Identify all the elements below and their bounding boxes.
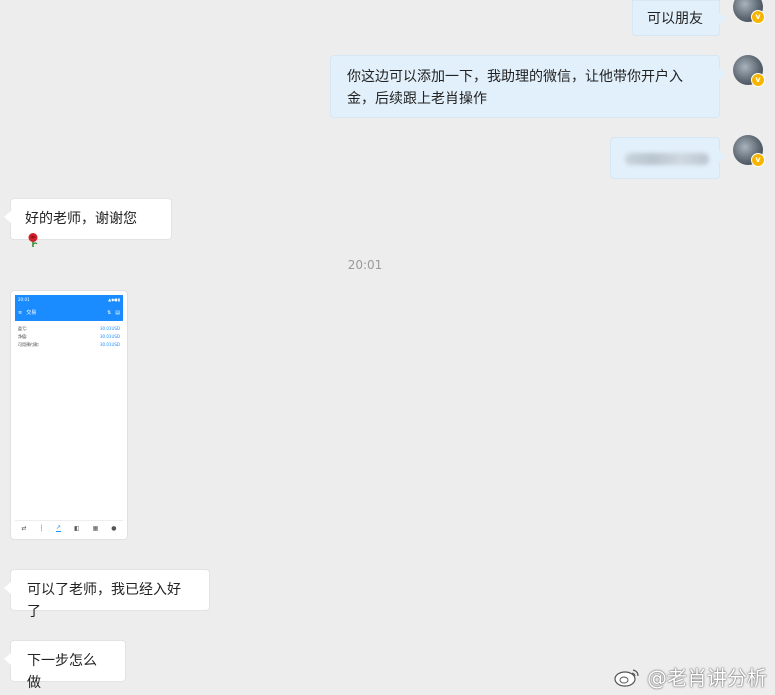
message-text: 下一步怎么做 [27, 653, 97, 691]
avatar[interactable]: v [733, 55, 765, 87]
message-text: 可以朋友 [647, 11, 703, 27]
verified-badge-icon: v [751, 153, 765, 167]
quotes-icon: ⇄ [21, 524, 27, 532]
image-message-screenshot[interactable]: 20:01 ▲◆●▮ ≡ 交易 ⇅ ▤ 盈亏: 30.01USD 净值: 30.… [10, 290, 128, 540]
account-row: 净值: 30.01USD [18, 334, 120, 339]
message-bubble-outgoing[interactable]: 可以朋友 [632, 0, 726, 36]
trade-icon: ↗ [56, 524, 62, 532]
document-icon: ▤ [115, 310, 120, 316]
swap-icon: ⇅ [107, 310, 112, 316]
chart-icon: ┆ [39, 524, 44, 532]
message-bubble-outgoing-redacted[interactable] [610, 137, 726, 179]
message-timestamp: 20:01 [347, 258, 383, 272]
message-bubble-incoming[interactable]: 好的老师，谢谢您 [4, 198, 172, 247]
menu-icon: ≡ [18, 310, 23, 316]
message-text: 你这边可以添加一下，我助理的微信，让他带你开户入金，后续跟上老肖操作 [347, 69, 683, 107]
verified-badge-icon: v [751, 10, 765, 24]
phone-app-bar: ≡ 交易 ⇅ ▤ [15, 305, 123, 321]
verified-badge-icon: v [751, 73, 765, 87]
redacted-text [625, 153, 709, 165]
account-row: 盈亏: 30.01USD [18, 326, 120, 331]
message-bubble-outgoing[interactable]: 你这边可以添加一下，我助理的微信，让他带你开户入金，后续跟上老肖操作 [330, 55, 726, 118]
phone-status-bar: 20:01 ▲◆●▮ [15, 295, 123, 305]
watermark: @老肖讲分析 [613, 662, 767, 691]
watermark-text: @老肖讲分析 [647, 666, 767, 690]
rose-emoji-icon [28, 233, 38, 247]
avatar[interactable]: v [733, 0, 765, 24]
account-row: 可用预付款: 30.01USD [18, 342, 120, 347]
message-text: 可以了老师，我已经入好了 [27, 582, 181, 620]
app-title: 交易 [26, 310, 37, 316]
avatar[interactable]: v [733, 135, 765, 167]
message-bubble-incoming[interactable]: 可以了老师，我已经入好了 [4, 569, 210, 620]
message-bubble-incoming[interactable]: 下一步怎么做 [4, 640, 126, 691]
chat-icon: ● [111, 524, 117, 532]
history-icon: ◧ [74, 524, 80, 532]
news-icon: ▦ [92, 524, 99, 532]
message-text: 好的老师，谢谢您 [25, 211, 137, 227]
phone-tab-bar: ⇄ ┆ ↗ ◧ ▦ ● [15, 520, 123, 535]
weibo-logo-icon [614, 668, 639, 687]
